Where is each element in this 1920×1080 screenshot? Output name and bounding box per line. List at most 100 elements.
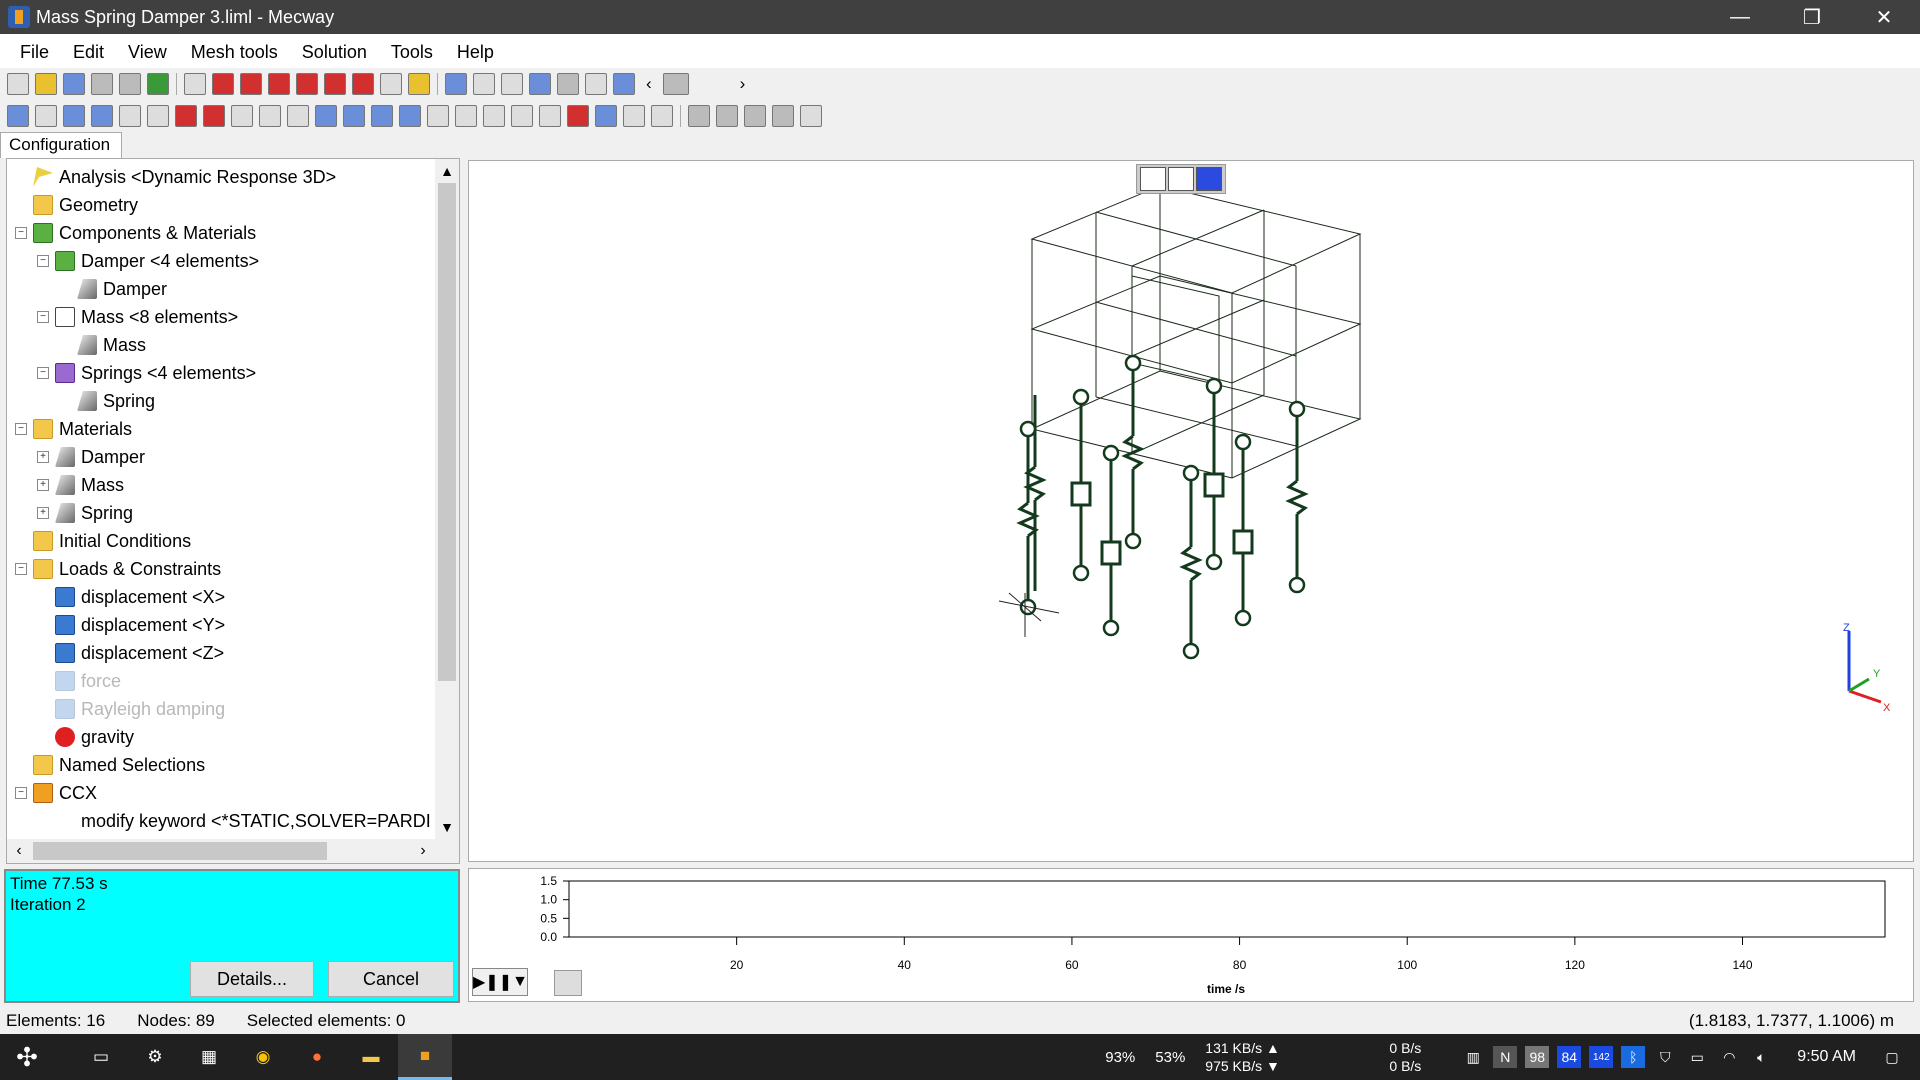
tree-vertical-scrollbar[interactable]: ▲ ▼ [435,159,459,839]
move-icon[interactable] [315,105,337,127]
shaded-view-icon[interactable] [529,73,551,95]
collapse-icon[interactable]: − [15,423,27,435]
redo-icon[interactable] [119,73,141,95]
shell-offset-icon[interactable] [716,105,738,127]
wireframe-cube-icon[interactable] [1140,167,1166,191]
tree-item[interactable]: Initial Conditions [7,527,435,555]
chevron-left-icon[interactable]: ‹ [646,74,652,94]
collapse-icon[interactable]: − [37,311,49,323]
menu-edit[interactable]: Edit [61,42,116,63]
scroll-right-icon[interactable]: › [411,839,435,863]
network-grid-icon[interactable]: ▥ [1461,1046,1485,1068]
hscroll-thumb[interactable] [33,842,327,860]
volume-icon[interactable]: 🔈︎ [1749,1046,1773,1068]
chevron-right-icon[interactable]: › [740,74,746,94]
scroll-down-icon[interactable]: ▼ [435,815,459,839]
start-icon[interactable]: ✣ [0,1034,54,1080]
firefox-icon[interactable]: ● [290,1034,344,1080]
tree-item[interactable]: + Mass [7,471,435,499]
refine-icon[interactable] [595,105,617,127]
select-face-icon[interactable] [91,105,113,127]
tree-item[interactable]: displacement <Z> [7,639,435,667]
tree-item[interactable]: − Mass <8 elements> [7,303,435,331]
undo-icon[interactable] [91,73,113,95]
mesh-view-icon[interactable] [613,73,635,95]
menu-solution[interactable]: Solution [290,42,379,63]
menu-mesh-tools[interactable]: Mesh tools [179,42,290,63]
sweep-icon[interactable] [427,105,449,127]
points-icon[interactable] [567,105,589,127]
tree-item[interactable]: Mass [7,331,435,359]
collapse-icon[interactable]: − [15,227,27,239]
wifi-icon[interactable]: ◠ [1717,1046,1741,1068]
view-bottom-icon[interactable] [352,73,374,95]
shell-icon[interactable] [688,105,710,127]
menu-tools[interactable]: Tools [379,42,445,63]
bluetooth-icon[interactable]: ᛒ [1621,1046,1646,1068]
mecway-taskbar-icon[interactable]: ■ [398,1034,452,1080]
section-view-icon[interactable] [501,73,523,95]
tree-item[interactable]: Rayleigh damping [7,695,435,723]
new-file-icon[interactable] [7,73,29,95]
grid-dots-icon[interactable] [772,105,794,127]
view-right-icon[interactable] [296,73,318,95]
tab-configuration[interactable]: Configuration [0,132,122,158]
tree-item[interactable]: − Materials [7,415,435,443]
file-explorer-icon[interactable]: ▬ [344,1034,398,1080]
model-viewport[interactable]: Z Y X [468,160,1914,862]
collapse-icon[interactable]: − [37,367,49,379]
minimize-button[interactable]: — [1704,0,1776,34]
tree-item[interactable]: + Damper [7,443,435,471]
view-iso-icon[interactable] [184,73,206,95]
expand-icon[interactable]: + [37,479,49,491]
merge-icon[interactable] [259,105,281,127]
tray-badge-142[interactable]: 142 [1589,1046,1614,1068]
delete-x-icon[interactable] [231,105,253,127]
solid-cube-icon[interactable] [1196,167,1222,191]
tree-item[interactable]: displacement <X> [7,583,435,611]
menu-file[interactable]: File [8,42,61,63]
shaded-cube-icon[interactable] [1168,167,1194,191]
node-tool-icon[interactable] [147,105,169,127]
tree-item[interactable]: Named Selections [7,751,435,779]
open-file-icon[interactable] [35,73,57,95]
tray-badge-98[interactable]: 98 [1525,1046,1550,1068]
scroll-up-icon[interactable]: ▲ [435,159,459,183]
tree-item[interactable]: force [7,667,435,695]
tree-item[interactable]: Analysis <Dynamic Response 3D> [7,163,435,191]
zoom-fit-icon[interactable] [380,73,402,95]
explode-icon[interactable] [119,105,141,127]
tree-item[interactable]: + Spring [7,499,435,527]
surface-icon[interactable] [744,105,766,127]
collapse-icon[interactable]: − [15,563,27,575]
view-front-icon[interactable] [212,73,234,95]
tree-item[interactable]: Geometry [7,191,435,219]
menu-help[interactable]: Help [445,42,506,63]
chrome-icon[interactable]: ◉ [236,1034,290,1080]
view-left-icon[interactable] [268,73,290,95]
maximize-button[interactable]: ❐ [1776,0,1848,34]
rotate-icon[interactable] [445,73,467,95]
tree-item[interactable]: Spring [7,387,435,415]
menu-view[interactable]: View [116,42,179,63]
spline-icon[interactable] [511,105,533,127]
select-node-icon[interactable] [35,105,57,127]
tree-item[interactable]: Damper [7,275,435,303]
triangle-outline-icon[interactable] [651,105,673,127]
zoom-icon[interactable] [408,73,430,95]
tree-item[interactable]: − Springs <4 elements> [7,359,435,387]
time-slider-handle[interactable] [554,970,582,996]
tree-item[interactable]: modify keyword <*STATIC,SOLVER=PARDI [7,807,435,835]
view-back-icon[interactable] [240,73,262,95]
view-top-icon[interactable] [324,73,346,95]
file-explorer-alt-icon[interactable]: ▭ [74,1034,128,1080]
scroll-thumb[interactable] [438,183,456,681]
solid-view-icon[interactable] [557,73,579,95]
tree-item[interactable]: displacement <Y> [7,611,435,639]
extrude-icon[interactable] [287,105,309,127]
branch-icon[interactable] [539,105,561,127]
collapse-icon[interactable]: − [37,255,49,267]
tree-item[interactable]: − CCX [7,779,435,807]
settings-gear-icon[interactable]: ⚙ [128,1034,182,1080]
bend-icon[interactable] [483,105,505,127]
